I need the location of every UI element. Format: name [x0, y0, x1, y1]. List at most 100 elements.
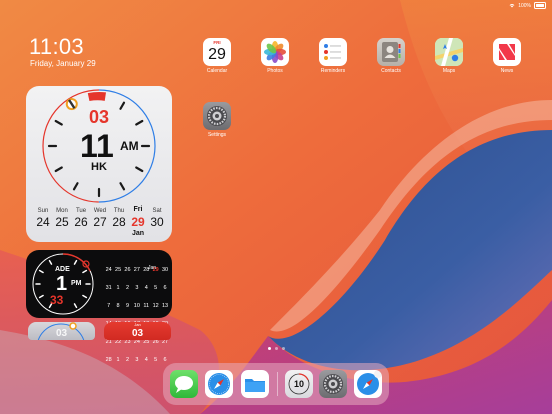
- week-day-number: 25: [55, 215, 69, 229]
- calendar-app-label: Calendar: [206, 68, 228, 74]
- contacts-icon: [382, 42, 401, 62]
- page-indicator[interactable]: [268, 347, 285, 350]
- dock-settings-app[interactable]: [319, 370, 347, 398]
- month-grid-row: 28 1 2 3 4 5 6: [104, 348, 170, 366]
- compass-icon: [208, 373, 230, 395]
- week-day-label: Sat: [152, 208, 162, 214]
- reminders-app-label: Reminders: [320, 68, 346, 74]
- dock-clock-badge: 10: [293, 379, 304, 389]
- news-app-label: News: [500, 68, 514, 74]
- recent-badge-icon: [374, 370, 382, 378]
- clock-widget-city: HK: [91, 161, 107, 173]
- contacts-app[interactable]: [377, 38, 405, 66]
- month-grid: 24252627282930 31123456 78910111213 1415…: [104, 258, 170, 366]
- status-bar: 100%: [509, 2, 546, 9]
- week-month-label: Jan: [131, 230, 145, 237]
- reminders-app[interactable]: [319, 38, 347, 66]
- week-day-label: Sun: [37, 208, 49, 214]
- grid-day: 3: [135, 357, 139, 363]
- grid-day: 31: [105, 285, 112, 291]
- grid-day: 5: [154, 357, 158, 363]
- grid-day: 27: [133, 267, 140, 273]
- grid-day: 8: [116, 303, 120, 309]
- calendar-app-dayname: FRI: [213, 40, 221, 45]
- contacts-app-label: Contacts: [381, 68, 401, 74]
- news-app[interactable]: [493, 38, 521, 66]
- settings-app-label: Settings: [207, 132, 227, 138]
- world-clock-ampm: PM: [71, 280, 82, 287]
- page-dot[interactable]: [275, 347, 278, 350]
- world-clock-city: ADE: [55, 266, 70, 273]
- week-day-label: Thu: [113, 208, 125, 214]
- grid-day: 4: [144, 285, 148, 291]
- grid-day: 28: [105, 357, 112, 363]
- clock-date: Friday, January 29: [30, 59, 96, 68]
- gear-icon: [207, 106, 227, 126]
- dock-safari-app[interactable]: [205, 370, 233, 398]
- dock-files-app[interactable]: [241, 370, 269, 398]
- battery-icon: [534, 2, 546, 9]
- month-grid-month-label: Jan: [148, 265, 157, 271]
- grid-day: 9: [125, 303, 129, 309]
- page-dot[interactable]: [282, 347, 285, 350]
- maps-icon: [435, 38, 463, 66]
- week-day-label: Wed: [93, 208, 107, 214]
- week-day-label: Mon: [56, 208, 68, 214]
- grid-day: 11: [143, 303, 150, 309]
- reminders-icon: [324, 44, 341, 60]
- small-widget-a-number: 03: [55, 328, 68, 339]
- clock-time: 11:03: [29, 34, 84, 59]
- month-grid-row: 24 25 26 27 28 29 30: [104, 258, 170, 276]
- grid-day: 13: [161, 303, 169, 309]
- week-day-number: 26: [74, 215, 88, 229]
- maps-app-label: Maps: [442, 68, 456, 74]
- small-clock-widget-red[interactable]: Jan 03: [104, 322, 171, 340]
- message-bubble-icon: [175, 376, 193, 393]
- calendar-app-daynumber: 29: [208, 46, 226, 63]
- small-clock-widget-grey[interactable]: 03: [28, 322, 95, 340]
- week-day-number-today: 29: [131, 215, 145, 229]
- month-grid-row: 31 1 2 3 4 5 6: [104, 276, 170, 294]
- grid-day: 10: [133, 303, 140, 309]
- clock-widget-ampm: AM: [120, 139, 139, 153]
- grid-day: 25: [115, 267, 122, 273]
- settings-app[interactable]: [203, 102, 231, 130]
- week-day-number: 27: [93, 215, 107, 229]
- week-day-label: Tue: [75, 208, 87, 214]
- clock-widget[interactable]: 03 11 AM HK Sun Mon Tue Wed Thu Fri Sat …: [26, 86, 172, 242]
- week-day-number: 30: [150, 215, 164, 229]
- world-clock-minutes: 33: [50, 293, 64, 307]
- grid-day: 1: [116, 357, 120, 363]
- grid-day: 1: [116, 285, 120, 291]
- photos-icon: [264, 41, 286, 63]
- clock-widget-hour: 11: [80, 128, 114, 164]
- dock-divider: [277, 372, 278, 396]
- grid-day: 12: [152, 303, 159, 309]
- dock-clock-widget-app[interactable]: 10: [285, 370, 313, 398]
- month-grid-row: 7 8 9 10 11 12 13: [104, 294, 170, 312]
- small-widget-b-month: Jan: [134, 322, 141, 327]
- grid-day: 4: [144, 357, 148, 363]
- week-day-number: 24: [36, 215, 50, 229]
- photos-app[interactable]: [261, 38, 289, 66]
- maps-app[interactable]: [435, 38, 463, 66]
- week-day-number: 28: [112, 215, 126, 229]
- photos-app-label: Photos: [267, 68, 283, 74]
- small-widget-b-number: 03: [131, 328, 144, 339]
- wifi-icon: [509, 4, 515, 8]
- week-day-label-today: Fri: [133, 206, 143, 213]
- clock-widget-top-number: 03: [88, 107, 110, 127]
- grid-day: 5: [154, 285, 158, 291]
- grid-day: 24: [105, 267, 112, 273]
- grid-day: 26: [124, 267, 131, 273]
- grid-day: 6: [163, 285, 167, 291]
- gear-icon: [323, 374, 343, 394]
- dock-safari-recent-app[interactable]: [354, 370, 382, 398]
- dock-messages-app[interactable]: [170, 370, 198, 398]
- page-dot[interactable]: [268, 347, 271, 350]
- grid-day: 2: [125, 357, 129, 363]
- grid-day: 7: [107, 303, 111, 309]
- news-icon: [499, 44, 515, 60]
- folder-icon: [245, 379, 265, 392]
- calendar-app[interactable]: FRI 29: [203, 38, 231, 66]
